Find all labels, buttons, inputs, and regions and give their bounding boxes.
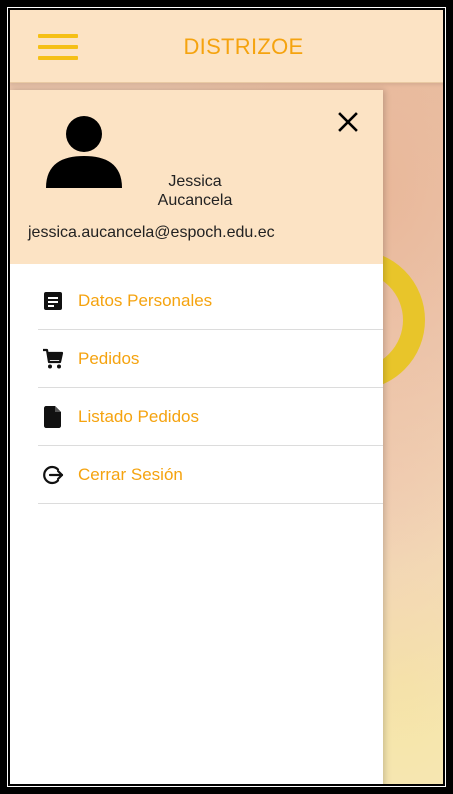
user-email: jessica.aucancela@espoch.edu.ec bbox=[28, 224, 275, 241]
shopping-cart-icon bbox=[42, 348, 64, 370]
menu-item-label: Pedidos bbox=[78, 348, 140, 368]
logout-icon bbox=[42, 464, 64, 486]
drawer-header: Jessica Aucancela jessica.aucancela@espo… bbox=[10, 90, 383, 264]
menu-item-pedidos[interactable]: Pedidos bbox=[38, 330, 383, 388]
person-icon bbox=[46, 116, 122, 188]
menu-item-label: Listado Pedidos bbox=[78, 406, 199, 426]
app-title: DISTRIZOE bbox=[183, 34, 304, 59]
notes-icon bbox=[42, 290, 64, 312]
document-icon bbox=[42, 405, 64, 428]
user-name: Jessica Aucancela bbox=[157, 173, 233, 209]
menu-item-label: Cerrar Sesión bbox=[78, 464, 183, 484]
close-icon[interactable] bbox=[336, 110, 360, 134]
menu-item-cerrar-sesion[interactable]: Cerrar Sesión bbox=[38, 446, 383, 504]
menu-item-label: Datos Personales bbox=[78, 290, 213, 310]
app-screen: DISTRIZOE Jessica Aucancela jessica.auca… bbox=[7, 7, 446, 787]
menu-item-listado-pedidos[interactable]: Listado Pedidos bbox=[38, 388, 383, 446]
menu-item-datos-personales[interactable]: Datos Personales bbox=[38, 272, 383, 330]
app-bar: DISTRIZOE bbox=[10, 10, 443, 83]
navigation-drawer: Jessica Aucancela jessica.aucancela@espo… bbox=[10, 90, 383, 784]
drawer-menu: Datos Personales Pedidos Listado Pedidos… bbox=[38, 272, 383, 504]
